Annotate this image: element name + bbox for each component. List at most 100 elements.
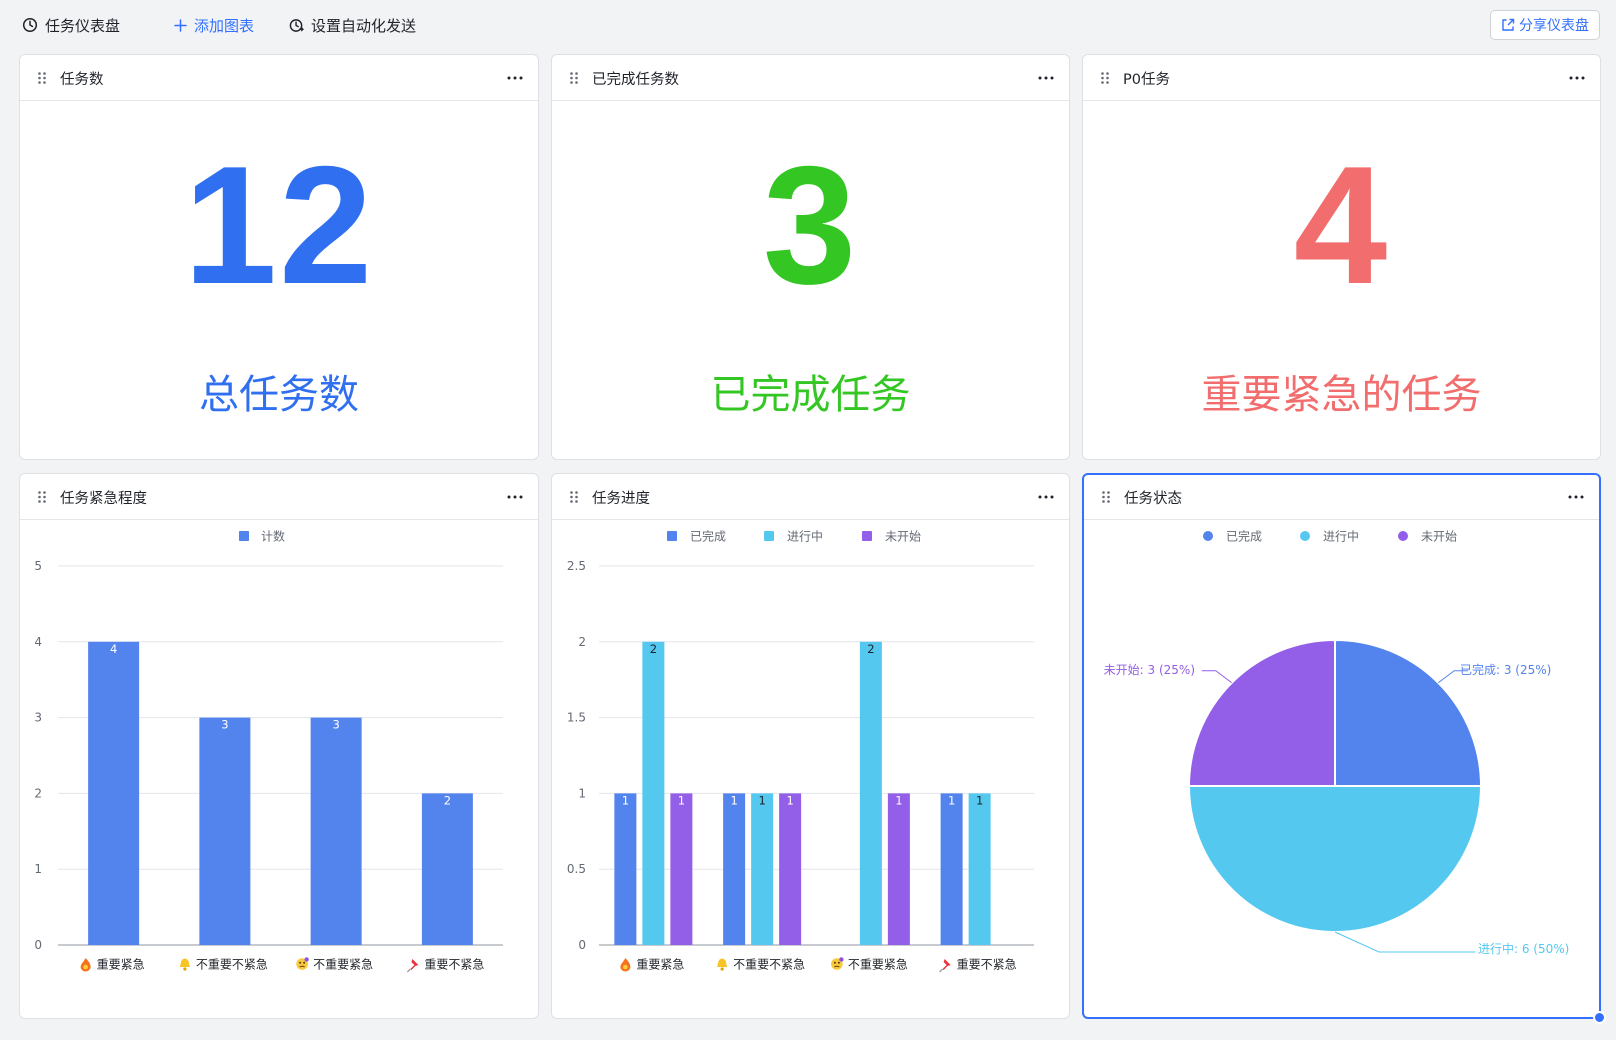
more-icon[interactable] bbox=[1037, 69, 1055, 87]
x-tick-label: 重要不紧急 bbox=[957, 957, 1017, 972]
legend-swatch bbox=[1203, 531, 1213, 541]
card-header: 已完成任务数 bbox=[552, 55, 1069, 101]
drag-handle-icon[interactable] bbox=[570, 72, 578, 84]
card-urgency-chart[interactable]: 任务紧急程度 计数 0 1 2 3 4 5 4 重要紧急 3 不重要不紧急 3 不重要紧急 2 重要不紧急 bbox=[19, 473, 539, 1019]
bar bbox=[779, 793, 802, 945]
drag-handle-icon[interactable] bbox=[1102, 491, 1110, 503]
y-tick-label: 2 bbox=[578, 635, 586, 649]
x-tick-label: 不重要不紧急 bbox=[733, 957, 805, 972]
y-tick-label: 1 bbox=[578, 786, 586, 800]
status-pie-chart: 已完成 进行中 未开始已完成: 3 (25%) 进行中: 6 (50%) 未开始: 3 … bbox=[1104, 529, 1570, 957]
more-icon[interactable] bbox=[506, 488, 524, 506]
bell-icon bbox=[717, 958, 728, 971]
drag-handle-icon[interactable] bbox=[38, 491, 46, 503]
more-icon[interactable] bbox=[1037, 488, 1055, 506]
card-title: 任务进度 bbox=[592, 491, 650, 507]
card-p0-tasks[interactable]: P0任务 4 重要紧急的任务 bbox=[1082, 54, 1601, 460]
card-status-chart[interactable]: 任务状态 已完成 进行中 未开始 已完成: 3 (25%) 进行中: 6 (50%) 未开… bbox=[1082, 473, 1606, 1024]
bar bbox=[614, 793, 637, 945]
card-total-tasks[interactable]: 任务数 12 总任务数 bbox=[19, 54, 539, 460]
dashboard-title-text: 任务仪表盘 bbox=[45, 16, 121, 35]
bell-icon bbox=[179, 958, 190, 971]
x-tick-label: 重要紧急 bbox=[97, 957, 145, 972]
share-dashboard-button[interactable]: 分享仪表盘 bbox=[1490, 10, 1600, 40]
add-chart-label: 添加图表 bbox=[194, 16, 255, 35]
swirl bbox=[839, 957, 844, 962]
card-title: 任务数 bbox=[60, 72, 104, 88]
eye-right bbox=[303, 961, 306, 964]
bar-value-label: 4 bbox=[110, 642, 117, 656]
card-progress-chart[interactable]: 任务进度 已完成 进行中 未开始 0 0.5 1 1.5 2 2.5 1 2 1 重要紧急 1 1 1 不重要不… bbox=[551, 473, 1070, 1019]
bar-value-label: 2 bbox=[867, 642, 874, 656]
pie-slice-label: 进行中: 6 (50%) bbox=[1478, 941, 1569, 956]
y-tick-label: 0 bbox=[578, 938, 586, 952]
fire-icon bbox=[80, 958, 91, 972]
card-title: P0任务 bbox=[1123, 72, 1170, 88]
bar-value-label: 1 bbox=[786, 793, 793, 807]
legend-label: 未开始 bbox=[885, 530, 921, 544]
bar bbox=[887, 793, 910, 945]
legend-label: 进行中 bbox=[787, 529, 823, 544]
bar bbox=[940, 793, 963, 945]
clock-send-icon bbox=[289, 18, 304, 32]
bar-value-label: 1 bbox=[948, 793, 955, 807]
resize-handle[interactable] bbox=[1593, 1011, 1606, 1024]
card-header: 任务紧急程度 bbox=[20, 474, 538, 520]
card-title: 任务紧急程度 bbox=[60, 491, 147, 507]
pin-needle bbox=[406, 968, 411, 973]
bar bbox=[859, 641, 882, 945]
done-tasks-caption: 已完成任务 bbox=[710, 372, 911, 418]
card-done-tasks[interactable]: 已完成任务数 3 已完成任务 bbox=[551, 54, 1070, 460]
y-tick-label: 1.5 bbox=[567, 711, 586, 725]
pie-leader-line bbox=[1334, 931, 1475, 953]
confused-face-icon bbox=[296, 957, 309, 970]
chart-legend: 计数 bbox=[239, 529, 285, 544]
bar bbox=[421, 793, 473, 945]
card-header: P0任务 bbox=[1083, 55, 1600, 101]
bell-body bbox=[179, 958, 190, 967]
legend-swatch bbox=[764, 531, 774, 541]
y-tick-label: 4 bbox=[34, 635, 42, 649]
bell-clapper bbox=[183, 967, 187, 971]
more-icon[interactable] bbox=[1568, 69, 1586, 87]
bar-value-label: 1 bbox=[622, 793, 629, 807]
swirl bbox=[304, 957, 309, 962]
legend-label: 已完成 bbox=[1226, 529, 1262, 544]
share-dashboard-label: 分享仪表盘 bbox=[1519, 18, 1589, 34]
bar-value-label: 1 bbox=[976, 793, 983, 807]
bar-value-label: 1 bbox=[895, 793, 902, 807]
dashboard-title[interactable]: 任务仪表盘 bbox=[22, 14, 120, 36]
bar bbox=[642, 641, 665, 945]
bar-value-label: 2 bbox=[444, 793, 451, 807]
legend-label: 进行中 bbox=[1323, 529, 1359, 544]
x-tick-label: 不重要紧急 bbox=[848, 957, 908, 972]
p0-tasks-value: 4 bbox=[1293, 131, 1390, 319]
bell-clapper bbox=[720, 967, 724, 971]
drag-handle-icon[interactable] bbox=[570, 491, 578, 503]
pie-slice-label: 已完成: 3 (25%) bbox=[1460, 662, 1551, 677]
y-tick-label: 2 bbox=[34, 786, 42, 800]
legend-label: 计数 bbox=[261, 529, 285, 544]
chart-legend: 已完成 进行中 未开始 bbox=[1203, 529, 1457, 544]
drag-handle-icon[interactable] bbox=[38, 72, 46, 84]
more-icon[interactable] bbox=[506, 69, 524, 87]
dashboard-icon bbox=[22, 17, 38, 33]
add-chart-button[interactable]: 添加图表 bbox=[174, 14, 254, 36]
pushpin-icon bbox=[406, 959, 419, 973]
pin-head bbox=[410, 959, 419, 970]
legend-swatch bbox=[239, 531, 249, 541]
auto-send-button[interactable]: 设置自动化发送 bbox=[289, 14, 416, 36]
progress-bar-chart: 已完成 进行中 未开始 0 0.5 1 1.5 2 2.5 1 2 1 重要紧急 1 1 1 不重要不紧急 2 1 不… bbox=[567, 529, 1034, 973]
more-icon[interactable] bbox=[1567, 488, 1585, 506]
bar bbox=[968, 793, 991, 945]
plus-icon bbox=[174, 18, 187, 32]
pie-slice bbox=[1187, 785, 1483, 933]
dashboard-toolbar: 任务仪表盘 添加图表 设置自动化发送 分享仪表盘 bbox=[0, 0, 1616, 50]
bar-value-label: 2 bbox=[650, 642, 657, 656]
pin-head bbox=[942, 959, 951, 970]
fire-core bbox=[83, 964, 88, 970]
card-title: 任务状态 bbox=[1124, 491, 1182, 507]
card-header: 任务进度 bbox=[552, 474, 1069, 520]
drag-handle-icon[interactable] bbox=[1101, 72, 1109, 84]
card-header: 任务数 bbox=[20, 55, 538, 101]
